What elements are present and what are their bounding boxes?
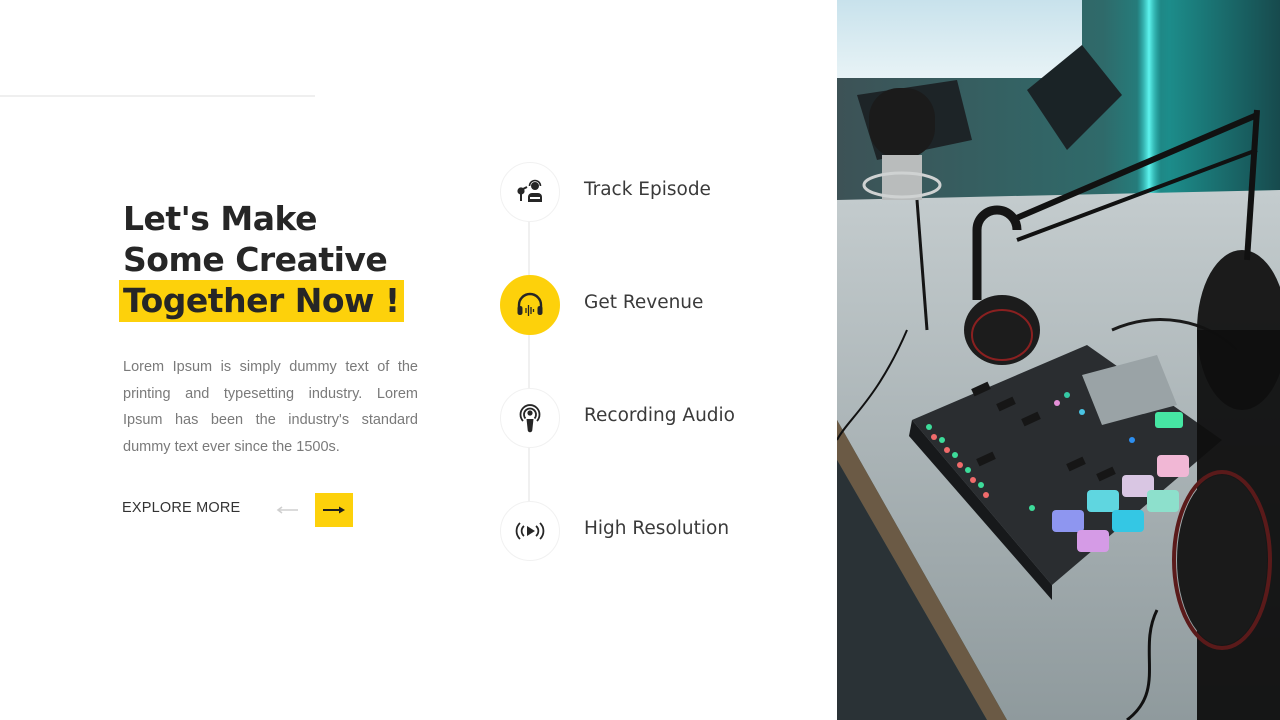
step-label-recording-audio[interactable]: Recording Audio: [584, 405, 735, 426]
next-button[interactable]: [315, 493, 353, 527]
headphones-icon: [517, 292, 543, 316]
headline-line-2: Some Creative: [123, 240, 388, 279]
explore-more-link[interactable]: EXPLORE MORE: [122, 500, 240, 516]
podcaster-mic-icon: [517, 179, 542, 202]
podcast-studio-photo: [837, 0, 1280, 720]
step-high-resolution-button[interactable]: [500, 501, 560, 561]
headline-line-1: Let's Make: [123, 199, 317, 238]
arrow-right-icon: [323, 506, 345, 514]
headline-highlight: Together Now !: [119, 280, 404, 322]
arrow-left-icon: [276, 506, 298, 514]
step-recording-audio-button[interactable]: [500, 388, 560, 448]
step-label-track-episode[interactable]: Track Episode: [584, 179, 711, 200]
step-get-revenue-button[interactable]: [500, 275, 560, 335]
step-label-get-revenue[interactable]: Get Revenue: [584, 292, 703, 313]
broadcast-play-icon: [515, 522, 545, 540]
top-divider: [0, 95, 315, 97]
step-track-episode-button[interactable]: [500, 162, 560, 222]
description-text: Lorem Ipsum is simply dummy text of the …: [123, 359, 418, 455]
studio-image: [837, 0, 1280, 720]
podcast-icon: [519, 404, 541, 433]
step-label-high-resolution[interactable]: High Resolution: [584, 518, 729, 539]
previous-button[interactable]: [274, 500, 302, 520]
timeline-connector: [528, 220, 530, 520]
page-headline: Let's Make Some Creative Together Now !: [119, 198, 404, 322]
